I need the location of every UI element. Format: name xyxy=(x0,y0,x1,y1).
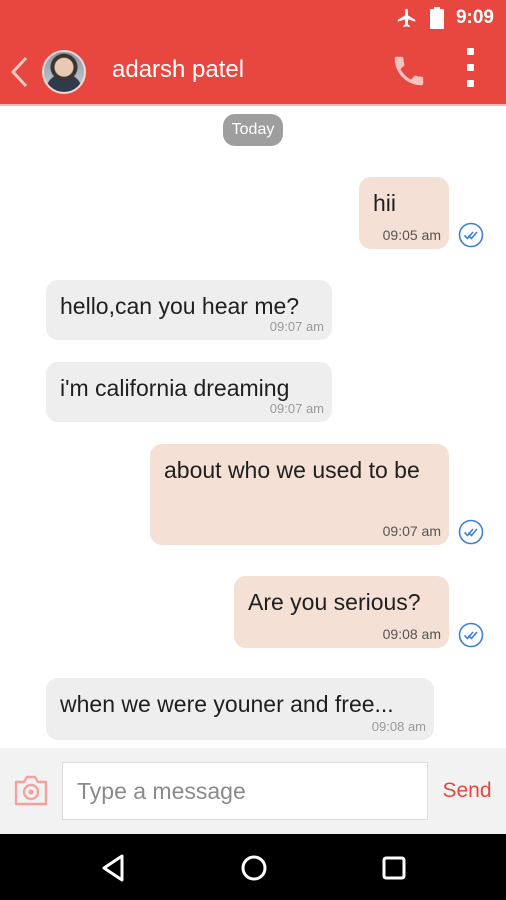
message-time: 09:07 am xyxy=(382,523,441,539)
message-text: i'm california dreaming xyxy=(60,375,290,401)
message-text: hello,can you hear me? xyxy=(60,293,300,319)
message-time: 09:07 am xyxy=(269,401,324,416)
read-tick-icon xyxy=(458,622,484,648)
date-chip: Today xyxy=(223,114,283,146)
message-incoming[interactable]: i'm california dreaming 09:07 am xyxy=(46,362,332,422)
battery-icon xyxy=(429,7,444,29)
status-bar: 9:09 xyxy=(0,0,506,36)
chat-area[interactable]: Today hii 09:05 am hello,can you hear me… xyxy=(0,108,506,748)
message-incoming[interactable]: when we were youner and free... 09:08 am xyxy=(46,678,434,740)
app-bar: adarsh patel xyxy=(0,36,506,106)
message-text: when we were youner and free... xyxy=(60,691,394,717)
camera-icon[interactable] xyxy=(12,772,50,808)
system-nav-bar xyxy=(0,834,506,900)
airplane-icon xyxy=(397,8,416,28)
phone-icon[interactable] xyxy=(390,52,428,90)
message-text: hii xyxy=(373,190,397,216)
avatar[interactable] xyxy=(42,50,86,94)
read-tick-icon xyxy=(458,519,484,545)
home-circle-icon[interactable] xyxy=(236,850,272,886)
status-time: 9:09 xyxy=(455,7,494,28)
message-time: 09:08 am xyxy=(371,719,426,734)
message-incoming[interactable]: hello,can you hear me? 09:07 am xyxy=(46,280,332,340)
message-time: 09:05 am xyxy=(382,227,441,243)
message-time: 09:07 am xyxy=(269,319,324,334)
message-time: 09:08 am xyxy=(382,626,441,642)
message-outgoing[interactable]: about who we used to be 09:07 am xyxy=(150,444,449,545)
message-input[interactable] xyxy=(62,762,428,820)
message-text: Are you serious? xyxy=(248,589,421,615)
message-outgoing[interactable]: hii 09:05 am xyxy=(359,177,449,249)
read-tick-icon xyxy=(458,222,484,248)
composer: Send xyxy=(0,748,506,834)
message-text: about who we used to be xyxy=(164,457,420,483)
more-vert-icon[interactable] xyxy=(460,48,480,94)
contact-name[interactable]: adarsh patel xyxy=(112,56,244,84)
back-icon[interactable] xyxy=(6,54,34,90)
send-button[interactable]: Send xyxy=(436,776,498,806)
message-outgoing[interactable]: Are you serious? 09:08 am xyxy=(234,576,449,648)
back-triangle-icon[interactable] xyxy=(96,850,132,886)
recents-square-icon[interactable] xyxy=(376,850,412,886)
